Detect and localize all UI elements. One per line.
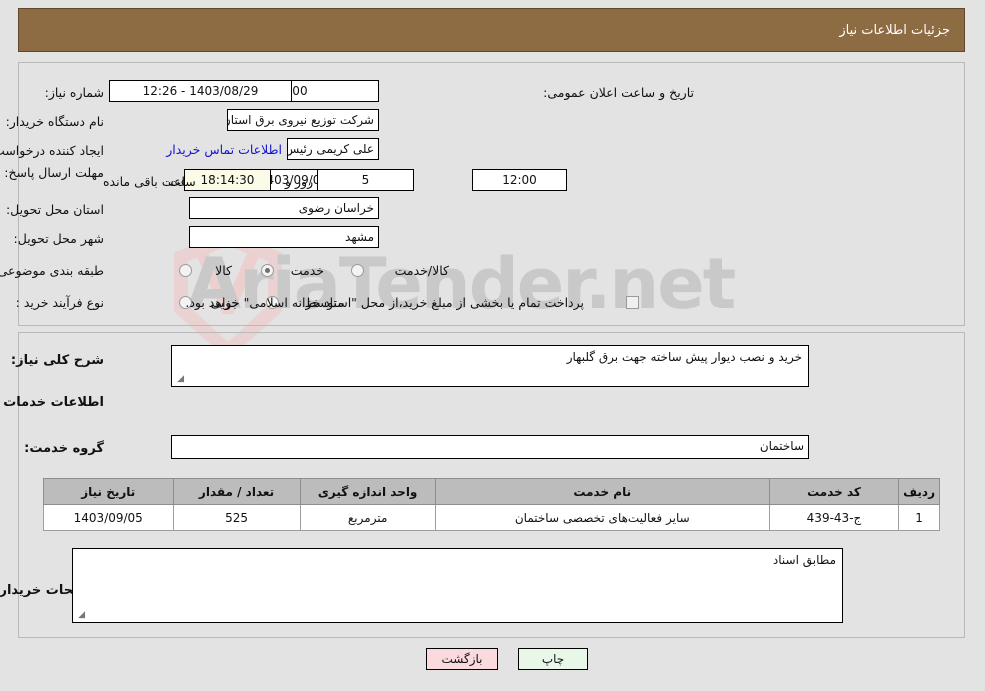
general-desc-label: شرح کلی نیاز: xyxy=(11,353,105,368)
radio-category-khedmat-label: خدمت xyxy=(291,263,325,278)
col-service-code: کد خدمت xyxy=(769,478,901,505)
service-group-value: ساختمان xyxy=(172,435,810,459)
cell-row-no: 1 xyxy=(899,504,941,531)
deadline-time-value: 12:00 xyxy=(473,169,568,191)
radio-category-kala-label: کالا xyxy=(216,263,233,278)
buyer-notes-textarea[interactable]: مطابق اسناد ◢ xyxy=(73,548,844,623)
delivery-province-label: استان محل تحویل: xyxy=(6,202,105,217)
buyer-notes-value: مطابق اسناد xyxy=(773,553,837,567)
buyer-org-value: شرکت توزیع نیروی برق استان خراسان رضوی xyxy=(228,109,380,131)
radio-category-kala-khedmat[interactable] xyxy=(352,264,365,277)
table-row: 1 ج-43-439 سایر فعالیت‌های تخصصی ساختمان… xyxy=(44,504,941,531)
treasury-bond-checkbox[interactable] xyxy=(627,296,640,309)
delivery-city-label: شهر محل تحویل: xyxy=(14,231,105,246)
radio-category-khedmat[interactable] xyxy=(262,264,275,277)
services-heading: اطلاعات خدمات مورد نیاز xyxy=(0,395,105,410)
delivery-city-value: مشهد xyxy=(190,226,380,248)
radio-category-kala-khedmat-label: کالا/خدمت xyxy=(395,263,450,278)
services-table: ردیف کد خدمت نام خدمت واحد اندازه گیری ت… xyxy=(44,478,941,531)
resize-grip-icon[interactable]: ◢ xyxy=(175,375,185,385)
page-title: جزئیات اطلاعات نیاز xyxy=(840,23,951,38)
purchase-process-label: نوع فرآیند خرید : xyxy=(16,295,105,310)
service-group-label: گروه خدمت: xyxy=(25,441,105,456)
col-service-name: نام خدمت xyxy=(435,478,771,505)
buyer-org-label: نام دستگاه خریدار: xyxy=(6,114,105,129)
public-announce-label: تاریخ و ساعت اعلان عمومی: xyxy=(544,85,695,100)
print-button[interactable]: چاپ xyxy=(519,648,589,670)
delivery-province-value: خراسان رضوی xyxy=(190,197,380,219)
col-row-no: ردیف xyxy=(899,478,941,505)
buyer-contact-link[interactable]: اطلاعات تماس خریدار xyxy=(167,142,283,158)
cell-quantity: 525 xyxy=(173,504,302,531)
cell-service-code: ج-43-439 xyxy=(769,504,901,531)
cell-need-date: 1403/09/05 xyxy=(44,504,175,531)
request-creator-label: ایجاد کننده درخواست: xyxy=(0,143,105,158)
deadline-label: مهلت ارسال پاسخ: تا تاریخ: xyxy=(0,165,105,180)
radio-category-kala[interactable] xyxy=(180,264,193,277)
deadline-days-value: 5 xyxy=(318,169,415,191)
resize-grip-icon-2[interactable]: ◢ xyxy=(76,611,86,621)
col-quantity: تعداد / مقدار xyxy=(173,478,302,505)
cell-unit: مترمربع xyxy=(300,504,437,531)
col-need-date: تاریخ نیاز xyxy=(44,478,175,505)
treasury-bond-note: پرداخت تمام یا بخشی از مبلغ خرید،از محل … xyxy=(186,295,585,310)
page-header-bar: جزئیات اطلاعات نیاز xyxy=(19,8,966,52)
deadline-days-label: روز و xyxy=(286,174,315,189)
need-number-label: شماره نیاز: xyxy=(45,85,105,100)
deadline-countdown-value: 18:14:30 xyxy=(185,169,272,191)
public-announce-value: 1403/08/29 - 12:26 xyxy=(110,80,293,102)
table-header-row: ردیف کد خدمت نام خدمت واحد اندازه گیری ت… xyxy=(44,478,941,505)
request-creator-value: علی کریمی رئیس اداره خرید خدمات شرکت توز… xyxy=(288,138,380,160)
back-button[interactable]: بازگشت xyxy=(427,648,499,670)
deadline-countdown-label: ساعت باقی مانده xyxy=(104,174,197,189)
col-unit: واحد اندازه گیری xyxy=(300,478,437,505)
subject-category-label: طبقه بندی موضوعی: xyxy=(0,263,105,278)
general-desc-textarea[interactable]: خرید و نصب دیوار پیش ساخته جهت برق گلبها… xyxy=(172,345,810,387)
general-desc-value: خرید و نصب دیوار پیش ساخته جهت برق گلبها… xyxy=(567,350,803,364)
cell-service-name: سایر فعالیت‌های تخصصی ساختمان xyxy=(435,504,771,531)
